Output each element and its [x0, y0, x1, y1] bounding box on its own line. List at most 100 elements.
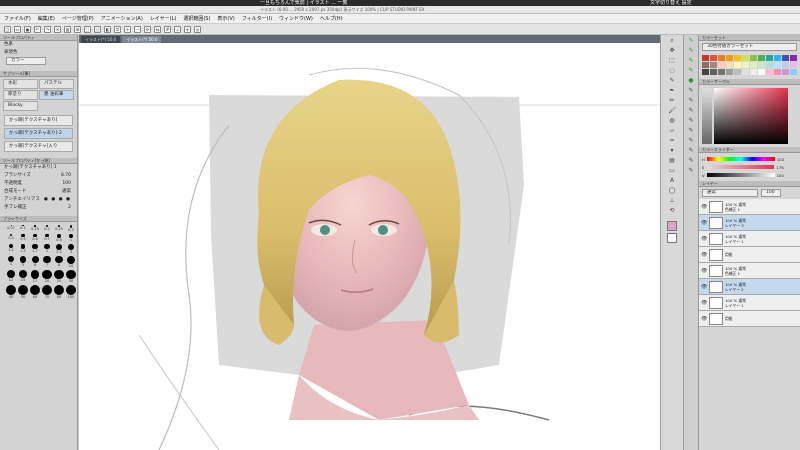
color-swatch[interactable]: [710, 62, 717, 68]
color-swatch[interactable]: [734, 69, 741, 75]
subtool-item-selected[interactable]: かっ跡[テクスチャあり]-2: [4, 128, 73, 139]
hue-strip[interactable]: [702, 88, 712, 144]
brush-size-option[interactable]: 3: [66, 243, 76, 254]
transform-icon[interactable]: ⊞: [74, 25, 81, 33]
brush-icon[interactable]: ✎: [686, 156, 696, 165]
flip-icon[interactable]: ⇆: [154, 25, 161, 33]
color-swatch[interactable]: [790, 69, 797, 75]
brush-size-option[interactable]: 2.5: [54, 243, 64, 254]
color-swatch[interactable]: [718, 55, 725, 61]
grid-icon[interactable]: #: [164, 25, 171, 33]
saturation-slider[interactable]: [706, 165, 775, 169]
redo-icon[interactable]: ↷: [44, 25, 51, 33]
blend-mode-select[interactable]: 通常: [702, 189, 758, 197]
menu-page[interactable]: ページ管理(P): [62, 15, 94, 22]
rotate-icon[interactable]: ⟳: [144, 25, 151, 33]
color-swatch[interactable]: [758, 62, 765, 68]
eye-icon[interactable]: 👁: [701, 236, 707, 242]
brush-size-option[interactable]: 17: [30, 269, 40, 284]
eye-icon[interactable]: 👁: [701, 204, 707, 210]
brush-tool-icon[interactable]: 🖌: [667, 106, 677, 115]
brush-size-option[interactable]: 30: [66, 269, 76, 283]
subtool-group-blocky[interactable]: Blocky: [3, 101, 38, 111]
color-swatch[interactable]: [742, 69, 749, 75]
color-swatch[interactable]: [742, 62, 749, 68]
color-swatch[interactable]: [766, 55, 773, 61]
figure-tool-icon[interactable]: ▭: [667, 166, 677, 175]
brush-size-option[interactable]: 5: [18, 255, 28, 268]
color-swatch[interactable]: [726, 69, 733, 75]
color-swatch[interactable]: [710, 55, 717, 61]
snap-icon[interactable]: ⌖: [184, 25, 191, 33]
hue-slider[interactable]: [706, 157, 775, 161]
layer-row[interactable]: 👁 100 % 通常 レイヤー 1: [699, 295, 800, 311]
brush-green-icon[interactable]: ✎: [686, 36, 696, 45]
brush-icon[interactable]: ✎: [686, 96, 696, 105]
brush-size-option[interactable]: 8: [54, 255, 64, 268]
brush-size-option[interactable]: 1: [66, 233, 76, 242]
brush-size-option[interactable]: 1.7: [30, 243, 40, 254]
color-swatch[interactable]: [750, 62, 757, 68]
color-swatch[interactable]: [702, 62, 709, 68]
color-swatch[interactable]: [710, 69, 717, 75]
brush-size-option[interactable]: 0.07: [6, 225, 16, 232]
brush-icon[interactable]: ✎: [686, 86, 696, 95]
save-icon[interactable]: ▣: [24, 25, 31, 33]
menu-help[interactable]: ヘルプ(H): [320, 15, 343, 22]
view-icon[interactable]: ◎: [194, 25, 201, 33]
menu-filter[interactable]: フィルター(I): [242, 15, 272, 22]
brush-green-icon[interactable]: ✎: [686, 56, 696, 65]
subtool-group-pastel[interactable]: パステル: [39, 79, 74, 89]
color-swatch[interactable]: [726, 62, 733, 68]
clear-icon[interactable]: ✕: [54, 25, 61, 33]
brush-size-option[interactable]: 1.2: [6, 243, 16, 254]
main-color-swatch[interactable]: [667, 221, 677, 231]
brush-green-icon[interactable]: ✎: [686, 46, 696, 55]
brush-size-option[interactable]: 15: [18, 269, 28, 284]
color-swatch[interactable]: [750, 69, 757, 75]
new-icon[interactable]: □: [4, 25, 11, 33]
brush-icon[interactable]: ✎: [686, 116, 696, 125]
lasso-tool-icon[interactable]: ◌: [667, 66, 677, 75]
drawing-canvas[interactable]: [79, 35, 660, 450]
deselect-icon[interactable]: ⬜: [94, 25, 101, 33]
subtool-group-oil[interactable]: 墨 油彩筆: [39, 90, 74, 100]
color-swatch[interactable]: [718, 62, 725, 68]
eye-icon[interactable]: 👁: [701, 300, 707, 306]
color-square[interactable]: [714, 88, 788, 144]
crop-icon[interactable]: ⌗: [114, 25, 121, 33]
select-all-icon[interactable]: ⬚: [84, 25, 91, 33]
color-swatch[interactable]: [782, 62, 789, 68]
eye-icon[interactable]: 👁: [701, 316, 707, 322]
brush-size-option[interactable]: 25: [54, 269, 64, 284]
eye-icon[interactable]: 👁: [701, 220, 707, 226]
brush-size-option[interactable]: 7: [42, 255, 52, 268]
color-swatch[interactable]: [774, 55, 781, 61]
pen-tool-icon[interactable]: ✒: [667, 86, 677, 95]
color-swatch[interactable]: [782, 55, 789, 61]
blend-tool-icon[interactable]: ≈: [667, 136, 677, 145]
color-swatch[interactable]: [774, 62, 781, 68]
brush-size-option[interactable]: 1.5: [18, 243, 28, 254]
brush-size-option[interactable]: 10: [66, 255, 76, 268]
eye-icon[interactable]: 👁: [701, 268, 707, 274]
zoom-in-icon[interactable]: +: [124, 25, 131, 33]
menu-animation[interactable]: アニメーション(A): [101, 15, 143, 22]
subtool-item[interactable]: かっ跡[テクスチャ]入り: [4, 141, 73, 152]
subtool-group-watercolor[interactable]: 水彩: [3, 79, 38, 89]
brush-size-option[interactable]: 0.2: [42, 225, 52, 232]
brush-size-option[interactable]: 4: [6, 255, 16, 268]
fill-icon[interactable]: ▥: [64, 25, 71, 33]
brush-size-option[interactable]: 60: [30, 285, 40, 299]
tab-document[interactable]: イラスト(*) 50.0: [81, 36, 121, 43]
brush-size-option[interactable]: 2: [42, 243, 52, 254]
blend-mode-value[interactable]: 通常: [58, 188, 71, 196]
layer-row[interactable]: 👁 100 % 通常 レイヤー 2: [699, 279, 800, 295]
color-swatch[interactable]: [734, 55, 741, 61]
brush-icon[interactable]: ✎: [686, 126, 696, 135]
gradient-tool-icon[interactable]: ▤: [667, 156, 677, 165]
color-swatch[interactable]: [790, 62, 797, 68]
menu-view[interactable]: 表示(V): [217, 15, 234, 22]
layer-row[interactable]: 👁 100 % 通常 色補正 1: [699, 199, 800, 215]
stabilizer-value[interactable]: 2: [64, 204, 71, 212]
